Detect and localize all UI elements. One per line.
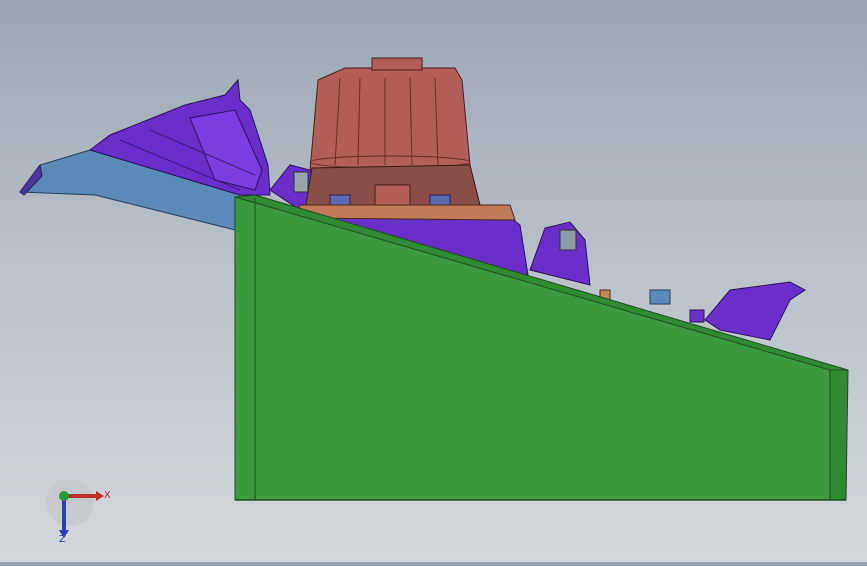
motor-housing-part[interactable] xyxy=(294,57,516,221)
model-canvas[interactable] xyxy=(0,0,867,562)
z-axis-label: Z xyxy=(59,534,66,545)
x-axis-label: X xyxy=(104,490,111,501)
cad-viewport[interactable]: X Z xyxy=(0,0,867,562)
y-axis-dot xyxy=(59,491,69,501)
orientation-triad: X Z xyxy=(44,478,114,550)
